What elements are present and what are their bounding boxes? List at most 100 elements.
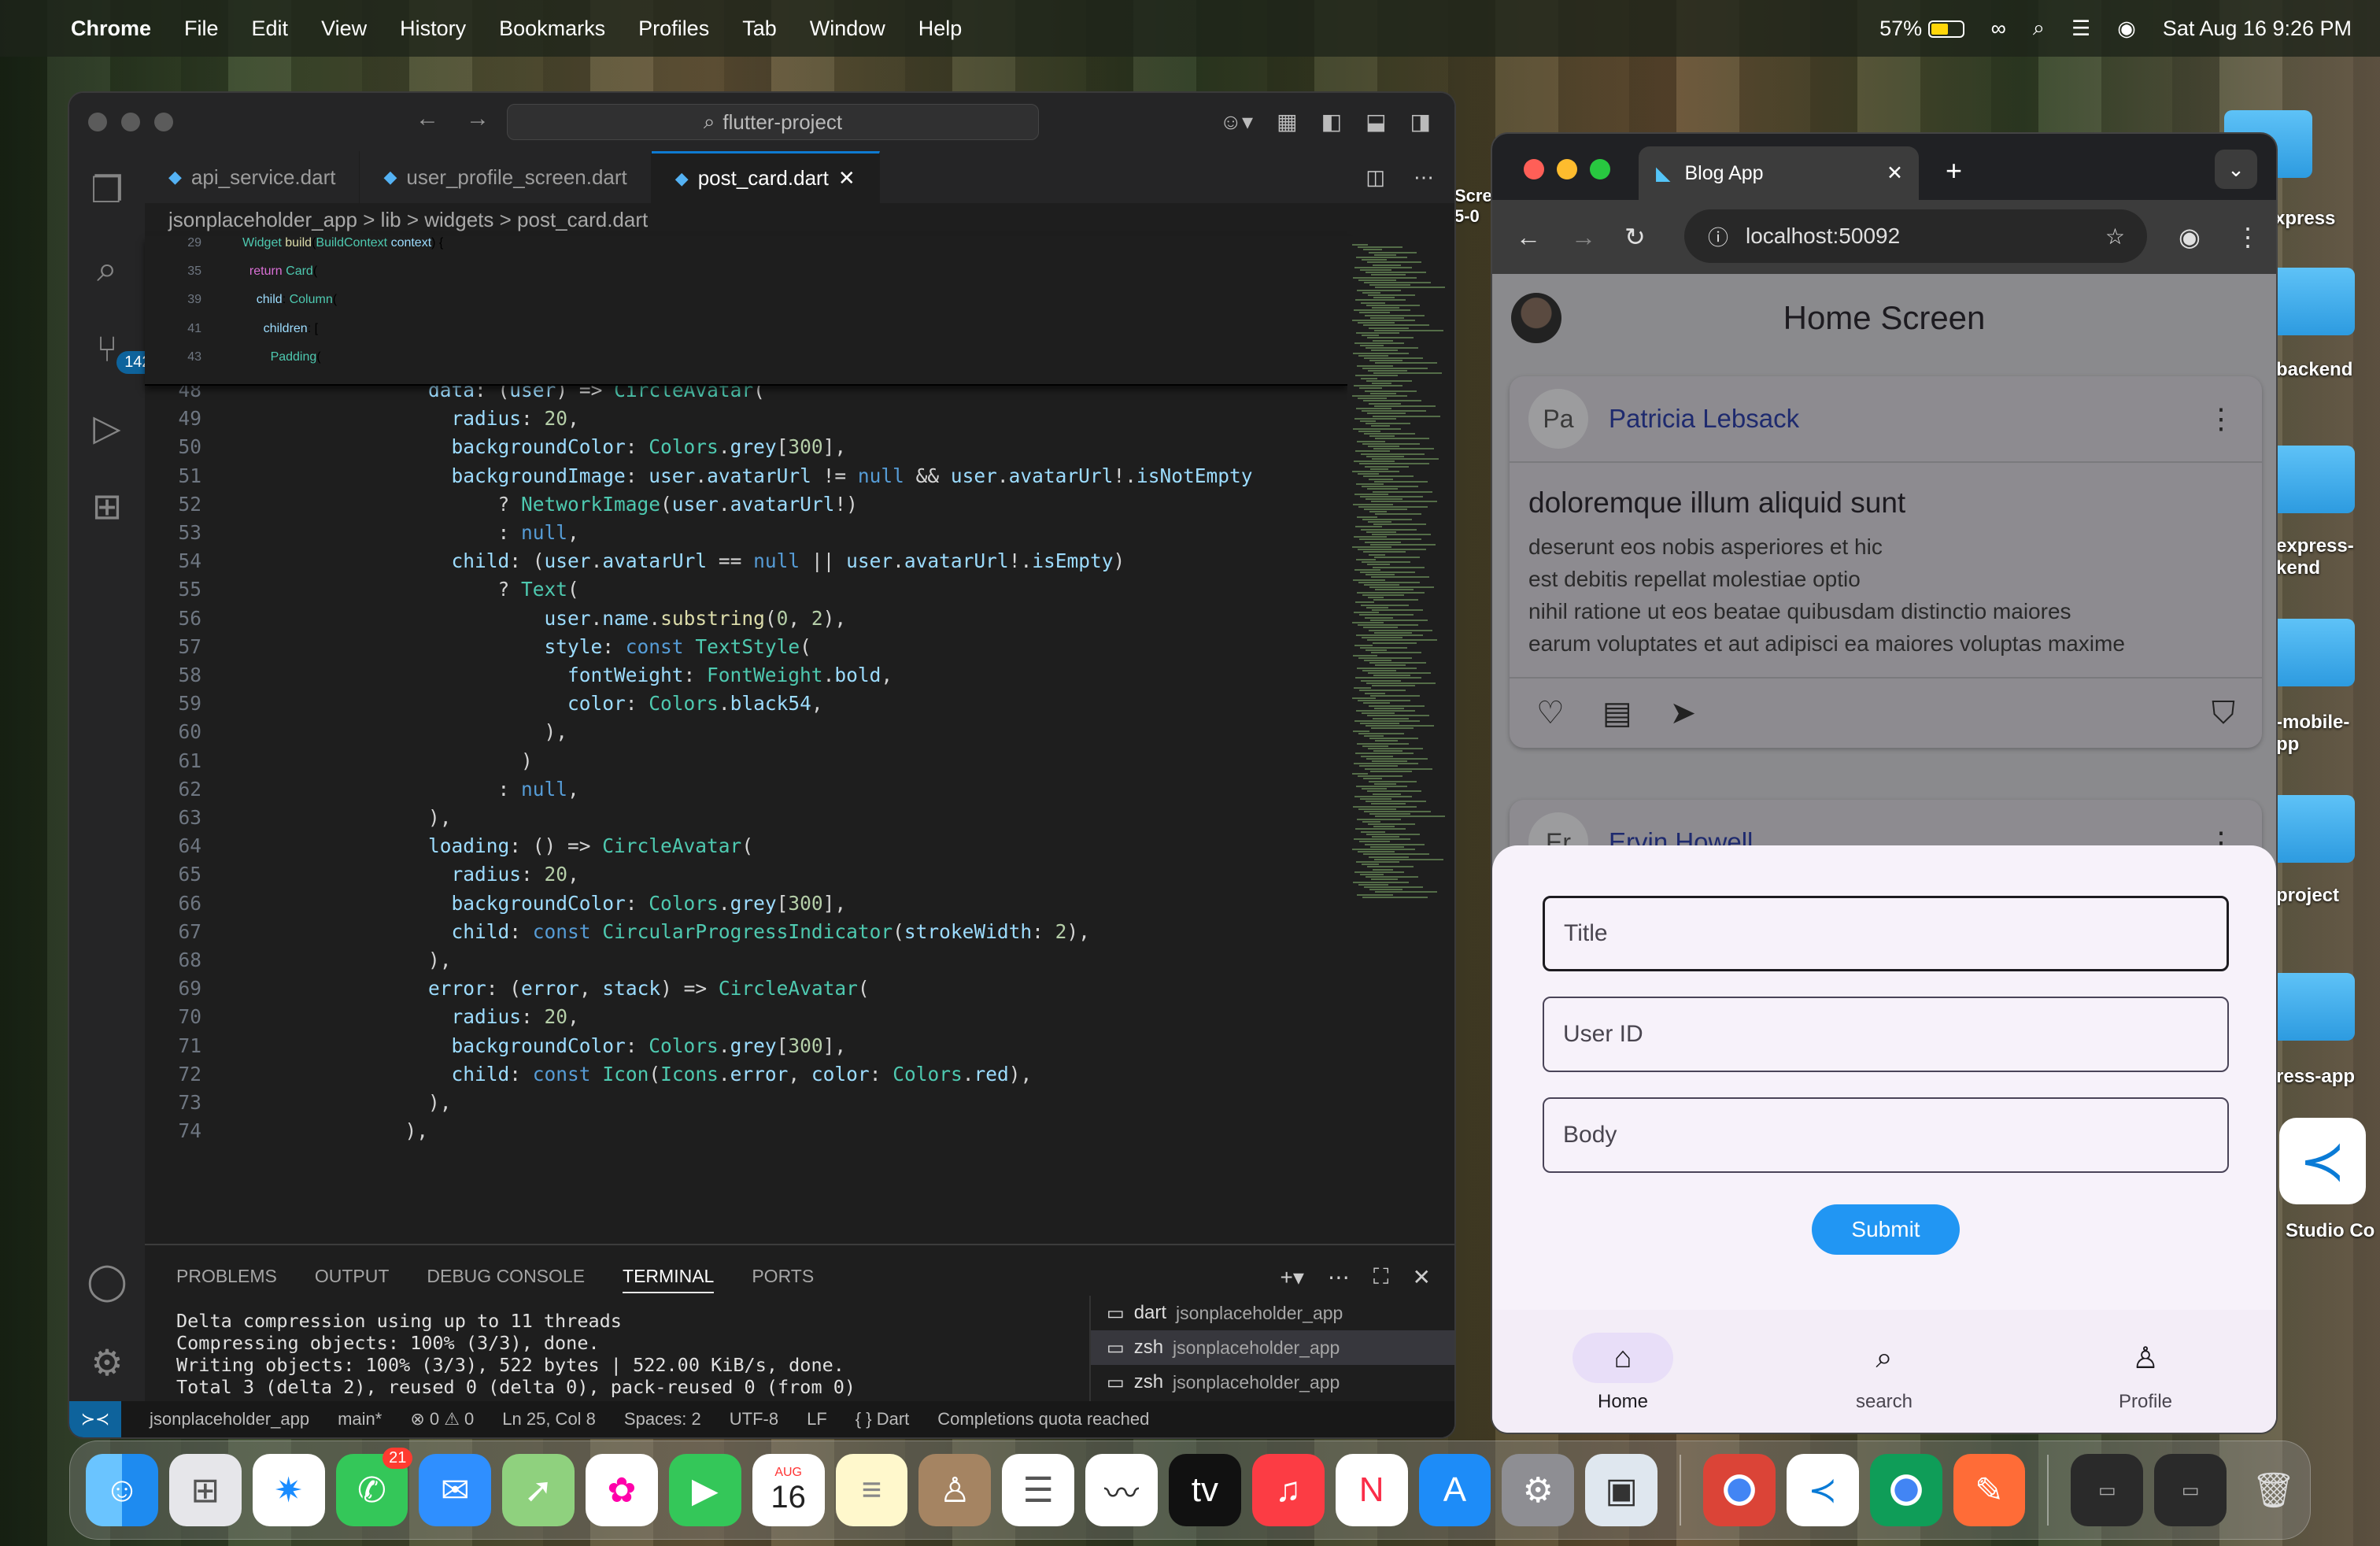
chrome-menu-icon[interactable]: ⋮ [2235, 222, 2260, 252]
link-icon[interactable]: ∞ [1991, 17, 2006, 41]
userid-field[interactable]: User ID [1543, 997, 2229, 1072]
code-line[interactable]: return Card( [242, 264, 317, 279]
code-line[interactable]: loading: () => CircleAvatar( [242, 832, 753, 860]
terminal-item[interactable]: ▭ zsh jsonplaceholder_app [1091, 1330, 1454, 1365]
search-icon[interactable]: ⌕ [97, 247, 117, 291]
back-arrow-icon[interactable]: ← [1516, 223, 1541, 252]
tab-terminal[interactable]: TERMINAL [623, 1266, 715, 1293]
send-icon[interactable]: ➤ [1670, 695, 1697, 731]
code-line[interactable]: ), [242, 718, 568, 746]
menubar-clock[interactable]: Sat Aug 16 9:26 PM [2163, 17, 2352, 41]
run-debug-icon[interactable]: ▷ [93, 406, 120, 449]
close-window-button[interactable] [1524, 159, 1544, 179]
code-line[interactable]: child: const CircularProgressIndicator(s… [242, 918, 1090, 946]
code-line[interactable]: child: const Icon(Icons.error, color: Co… [242, 1060, 1033, 1089]
new-terminal-icon[interactable]: +▾ [1281, 1264, 1304, 1290]
close-panel-icon[interactable]: ✕ [1413, 1264, 1431, 1290]
menu-bookmarks[interactable]: Bookmarks [499, 17, 605, 41]
code-line[interactable]: ? NetworkImage(user.avatarUrl!) [242, 490, 858, 519]
postman-icon[interactable]: ✎ [1953, 1454, 2026, 1526]
breadcrumb[interactable]: jsonplaceholder_app > lib > widgets > po… [168, 208, 648, 232]
menu-window[interactable]: Window [810, 17, 885, 41]
reload-icon[interactable]: ↻ [1624, 222, 1646, 252]
address-bar[interactable]: ⓘ localhost:50092 ☆ [1684, 209, 2147, 263]
profile-icon[interactable]: ◉ [2179, 222, 2201, 252]
status-folder[interactable]: jsonplaceholder_app [150, 1409, 309, 1429]
nav-home[interactable]: ⌂ Home [1492, 1310, 1754, 1433]
new-tab-icon[interactable]: + [1946, 154, 1962, 187]
copilot-icon[interactable]: ☺▾ [1219, 109, 1253, 135]
minimap[interactable] [1347, 236, 1445, 1244]
sticky-scroll[interactable]: 29 Widget build(BuildContext context) {35… [145, 236, 1347, 386]
code-line[interactable]: backgroundColor: Colors.grey[300], [242, 1032, 847, 1060]
spotlight-search-icon[interactable]: ⌕ [2033, 16, 2045, 41]
vscode-desktop-icon[interactable]: ≺ [2279, 1118, 2366, 1204]
preview-icon[interactable]: ▣ [1585, 1454, 1658, 1526]
maps-icon[interactable]: ➚ [502, 1454, 575, 1526]
messages-icon[interactable]: ✆ 21 [335, 1448, 413, 1526]
heart-icon[interactable]: ♡ [1536, 695, 1565, 731]
freeform-icon[interactable]: 〰 [1085, 1454, 1158, 1526]
mail-icon[interactable]: ✉ [419, 1454, 492, 1526]
toggle-sidebar-icon[interactable]: ◧ [1321, 109, 1342, 135]
tab-user-profile-screen[interactable]: ◆ user_profile_screen.dart [360, 151, 652, 203]
code-line[interactable]: child: Column( [242, 293, 337, 307]
control-center-icon[interactable]: ☰ [2071, 17, 2090, 41]
menu-edit[interactable]: Edit [252, 17, 289, 41]
vscode-icon[interactable]: ≺ [1786, 1454, 1859, 1526]
chrome-icon[interactable] [1703, 1454, 1776, 1526]
menu-app-name[interactable]: Chrome [71, 17, 151, 41]
code-line[interactable]: : null, [242, 519, 579, 547]
menu-history[interactable]: History [400, 17, 466, 41]
code-line[interactable]: user.name.substring(0, 2), [242, 605, 847, 633]
facetime-icon[interactable]: ▶ [668, 1454, 741, 1526]
code-line[interactable]: ), [242, 1117, 429, 1145]
code-line[interactable]: ) [242, 747, 533, 775]
extensions-icon[interactable]: ⊞ [92, 485, 123, 527]
back-arrow-icon[interactable]: ← [416, 105, 439, 132]
nav-search[interactable]: ⌕ search [1754, 1310, 2015, 1433]
close-tab-icon[interactable]: ✕ [1887, 161, 1903, 185]
body-field[interactable]: Body [1543, 1097, 2229, 1173]
account-icon[interactable]: ◯ [87, 1259, 127, 1302]
code-line[interactable]: child: (user.avatarUrl == null || user.a… [242, 547, 1125, 575]
menu-profiles[interactable]: Profiles [638, 17, 709, 41]
reminders-icon[interactable]: ☰ [1002, 1454, 1075, 1526]
minimize-window-button[interactable] [121, 113, 140, 131]
tab-problems[interactable]: PROBLEMS [176, 1266, 277, 1293]
code-line[interactable]: error: (error, stack) => CircleAvatar( [242, 975, 870, 1003]
notes-icon[interactable]: ≡ [835, 1454, 908, 1526]
battery-status[interactable]: 57% [1879, 17, 1964, 41]
code-line[interactable]: Widget build(BuildContext context) { [242, 236, 443, 250]
chrome-canary-icon[interactable] [1869, 1454, 1942, 1526]
split-editor-icon[interactable]: ◫ [1366, 165, 1385, 190]
code-line[interactable]: radius: 20, [242, 860, 579, 889]
code-line[interactable]: Padding( [242, 350, 321, 364]
code-line[interactable]: ), [242, 1089, 452, 1117]
browser-tab[interactable]: ◣ Blog App ✕ [1639, 146, 1919, 200]
code-line[interactable]: radius: 20, [242, 405, 579, 433]
code-line[interactable]: radius: 20, [242, 1003, 579, 1031]
submit-button[interactable]: Submit [1812, 1204, 1960, 1255]
code-line[interactable]: : null, [242, 775, 579, 804]
status-copilot[interactable]: Completions quota reached [937, 1409, 1149, 1429]
status-branch[interactable]: main* [338, 1409, 382, 1429]
status-encoding[interactable]: UTF-8 [730, 1409, 778, 1429]
menu-view[interactable]: View [321, 17, 367, 41]
bookmark-star-icon[interactable]: ☆ [2105, 224, 2125, 250]
avatar[interactable] [1511, 293, 1561, 343]
author-name[interactable]: Patricia Lebsack [1609, 404, 1799, 434]
desktop-folder-icon[interactable] [2267, 795, 2355, 863]
code-line[interactable]: ? Text( [242, 575, 579, 604]
status-problems[interactable]: ⊗ 0 ⚠ 0 [410, 1409, 474, 1429]
title-field[interactable]: Title [1543, 896, 2229, 971]
status-eol[interactable]: LF [807, 1409, 827, 1429]
more-vert-icon[interactable]: ⋮ [2207, 402, 2235, 435]
desktop-folder-icon[interactable] [2267, 973, 2355, 1041]
more-actions-icon[interactable]: ⋯ [1414, 165, 1434, 190]
gear-icon[interactable]: ⚙ [91, 1341, 123, 1384]
code-line[interactable]: color: Colors.black54, [242, 690, 823, 718]
apple-tv-icon[interactable]: tv [1168, 1454, 1241, 1526]
desktop-folder-icon[interactable] [2267, 619, 2355, 686]
nav-profile[interactable]: ♙ Profile [2015, 1310, 2276, 1433]
